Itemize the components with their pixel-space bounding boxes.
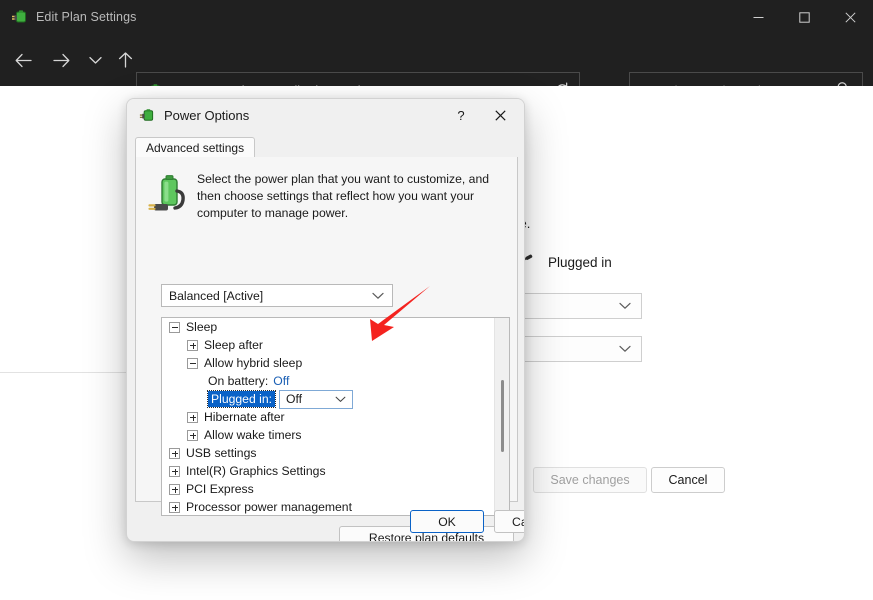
tree-row[interactable]: Allow wake timers [162, 426, 495, 444]
window-title-bar: Edit Plan Settings [0, 0, 873, 34]
ok-button[interactable]: OK [410, 510, 484, 533]
tree-scrollbar[interactable] [494, 318, 509, 515]
tree-row-label: PCI Express [186, 482, 254, 496]
plugged-in-setting-label[interactable]: Plugged in: [208, 391, 275, 407]
tree-rows: Sleep Sleep after Allow hybrid sleep On bat… [162, 318, 495, 516]
dialog-intro-text: Select the power plan that you want to c… [197, 171, 506, 222]
tree-row-label: Processor power management [186, 500, 352, 514]
tree-row-label: USB settings [186, 446, 256, 460]
dialog-close-icon[interactable] [486, 103, 514, 127]
back-arrow-icon[interactable] [6, 42, 40, 78]
expand-icon[interactable] [187, 430, 198, 441]
advanced-settings-pane: Select the power plan that you want to c… [135, 157, 518, 502]
window-controls [735, 0, 873, 34]
plugged-in-column-header: Plugged in [513, 252, 612, 273]
recent-locations-icon[interactable] [78, 42, 112, 78]
tree-row[interactable]: Plugged in: Off [162, 390, 495, 408]
plugged-in-combo-value: Off [286, 392, 302, 406]
chevron-down-icon[interactable] [619, 342, 631, 356]
forward-arrow-icon[interactable] [44, 42, 78, 78]
collapse-icon[interactable] [169, 322, 180, 333]
tree-row-label: Hibernate after [204, 410, 285, 424]
help-button[interactable]: ? [448, 103, 474, 127]
annotation-arrow-icon [350, 283, 434, 355]
tree-scrollbar-thumb[interactable] [501, 380, 504, 452]
ok-label: OK [438, 515, 456, 529]
expand-icon[interactable] [169, 448, 180, 459]
expand-icon[interactable] [169, 502, 180, 513]
tree-row[interactable]: Sleep after [162, 336, 495, 354]
expand-icon[interactable] [169, 466, 180, 477]
advanced-settings-tree[interactable]: Sleep Sleep after Allow hybrid sleep On bat… [161, 317, 510, 516]
expand-icon[interactable] [169, 484, 180, 495]
save-changes-label: Save changes [550, 473, 629, 487]
tab-advanced-settings-label: Advanced settings [146, 141, 244, 155]
close-icon[interactable] [827, 0, 873, 34]
battery-plug-icon [148, 173, 188, 215]
tree-row[interactable]: Intel(R) Graphics Settings [162, 462, 495, 480]
tree-row-label: Allow wake timers [204, 428, 302, 442]
on-battery-setting-value[interactable]: Off [273, 374, 289, 388]
power-options-dialog: Power Options ? Advanced settings [126, 98, 525, 542]
screen: Edit Plan Settings [0, 0, 873, 600]
plugged-in-combo-box[interactable]: Off [279, 390, 353, 409]
dialog-title-bar: Power Options ? [127, 99, 525, 131]
tree-row[interactable]: USB settings [162, 444, 495, 462]
tree-row-label: Allow hybrid sleep [204, 356, 302, 370]
tree-row-label: Sleep [186, 320, 217, 334]
dialog-cancel-button[interactable]: Cancel [494, 510, 525, 533]
collapse-icon[interactable] [187, 358, 198, 369]
minimize-icon[interactable] [735, 0, 781, 34]
chevron-down-icon[interactable] [335, 392, 346, 406]
navigation-bar: « Power Options › Edit Plan Settings [0, 34, 873, 86]
dialog-title: Power Options [164, 108, 249, 123]
save-changes-button[interactable]: Save changes [533, 467, 647, 493]
tree-row[interactable]: Allow hybrid sleep [162, 354, 495, 372]
page-cancel-button[interactable]: Cancel [651, 467, 725, 493]
tab-advanced-settings[interactable]: Advanced settings [135, 137, 255, 158]
power-plan-value: Balanced [Active] [169, 289, 263, 303]
expand-icon[interactable] [187, 340, 198, 351]
plugged-in-label: Plugged in [548, 255, 612, 270]
tree-row[interactable]: Hibernate after [162, 408, 495, 426]
power-plan-icon [10, 8, 28, 26]
tree-row[interactable]: PCI Express [162, 480, 495, 498]
dialog-tab-strip: Advanced settings [135, 137, 518, 158]
maximize-icon[interactable] [781, 0, 827, 34]
tree-row-label: Intel(R) Graphics Settings [186, 464, 326, 478]
dialog-cancel-label: Cancel [512, 515, 525, 529]
tree-row-label: Sleep after [204, 338, 263, 352]
expand-icon[interactable] [187, 412, 198, 423]
page-cancel-label: Cancel [669, 473, 708, 487]
power-plan-icon [138, 107, 155, 124]
window-title: Edit Plan Settings [36, 10, 136, 24]
dialog-intro: Select the power plan that you want to c… [148, 171, 506, 222]
on-battery-setting-label: On battery: [208, 374, 268, 388]
tree-row[interactable]: On battery: Off [162, 372, 495, 390]
tree-row[interactable]: Sleep [162, 318, 495, 336]
chevron-down-icon[interactable] [619, 299, 631, 313]
